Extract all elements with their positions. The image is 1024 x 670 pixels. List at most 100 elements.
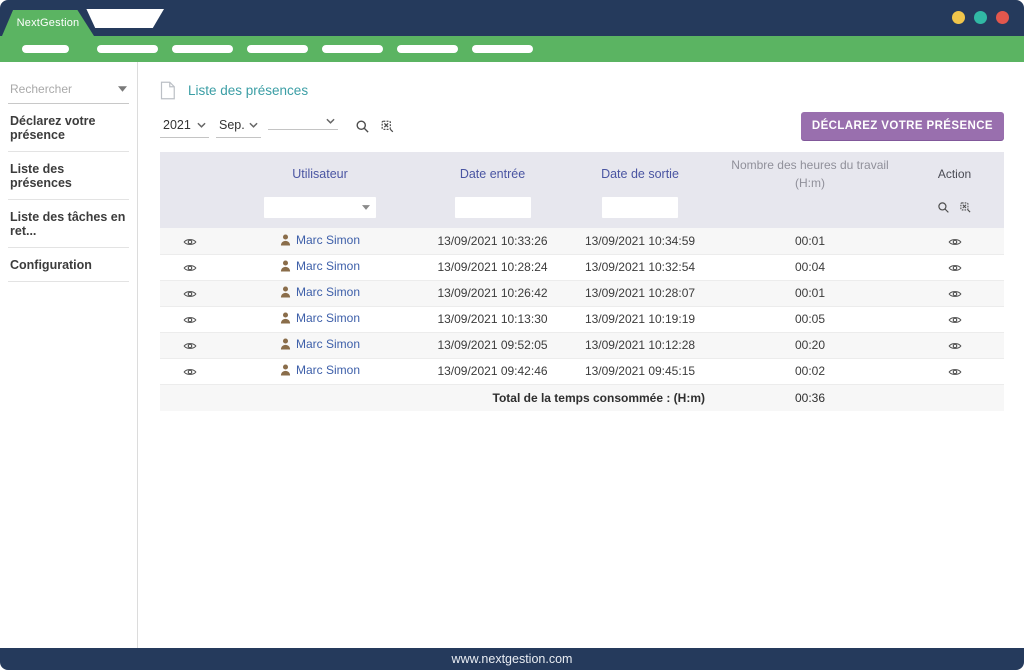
red-dot[interactable] — [996, 11, 1009, 24]
eye-icon[interactable] — [183, 315, 197, 325]
person-icon — [280, 286, 291, 298]
nav-pill[interactable] — [247, 45, 308, 53]
year-select[interactable]: 2021 — [160, 116, 209, 138]
search-icon[interactable] — [355, 119, 370, 134]
nav-pill[interactable] — [97, 45, 158, 53]
user-name: Marc Simon — [296, 311, 360, 325]
user-name: Marc Simon — [296, 363, 360, 377]
sidebar-search-placeholder: Rechercher — [10, 82, 72, 96]
filter-date-in-cell — [420, 196, 565, 228]
eye-icon[interactable] — [183, 341, 197, 351]
green-dot[interactable] — [974, 11, 987, 24]
user-name: Marc Simon — [296, 259, 360, 273]
month-select-value: Sep. — [219, 118, 245, 132]
user-link[interactable]: Marc Simon — [280, 311, 360, 325]
user-link[interactable]: Marc Simon — [280, 259, 360, 273]
eye-action-icon[interactable] — [948, 315, 962, 325]
caret-down-icon — [362, 205, 370, 210]
row-user-cell: Marc Simon — [220, 254, 420, 280]
row-user-cell: Marc Simon — [220, 358, 420, 384]
declare-presence-button[interactable]: DÉCLAREZ VOTRE PRÉSENCE — [801, 112, 1004, 140]
brand-tab[interactable]: NextGestion — [2, 10, 94, 36]
row-user-cell: Marc Simon — [220, 280, 420, 306]
document-icon — [160, 81, 175, 100]
chevron-down-icon — [197, 122, 206, 128]
table-search-icon[interactable] — [937, 201, 950, 214]
col-date-sortie[interactable]: Date de sortie — [565, 152, 715, 196]
row-user-cell: Marc Simon — [220, 228, 420, 254]
user-name: Marc Simon — [296, 285, 360, 299]
hours-value: 00:05 — [715, 306, 905, 332]
eye-icon[interactable] — [183, 367, 197, 377]
nav-pill[interactable] — [322, 45, 383, 53]
filter-empty-cell — [160, 196, 220, 228]
eye-action-icon[interactable] — [948, 289, 962, 299]
total-label: Total de la temps consommée : (H:m) — [160, 384, 715, 411]
row-action-cell — [905, 358, 1004, 384]
eye-icon[interactable] — [183, 237, 197, 247]
user-name: Marc Simon — [296, 233, 360, 247]
col-heures-line2: (H:m) — [717, 174, 903, 192]
user-filter-select[interactable] — [264, 197, 376, 218]
row-action-cell — [905, 228, 1004, 254]
page-title: Liste des présences — [188, 83, 308, 98]
table-body: Marc Simon 13/09/2021 10:33:26 13/09/202… — [160, 228, 1004, 384]
person-icon — [280, 338, 291, 350]
eye-action-icon[interactable] — [948, 341, 962, 351]
person-icon — [280, 260, 291, 272]
eye-icon[interactable] — [183, 289, 197, 299]
chevron-down-icon — [326, 118, 335, 124]
date-in-filter-input[interactable] — [455, 197, 531, 218]
table-row: Marc Simon 13/09/2021 09:52:05 13/09/202… — [160, 332, 1004, 358]
user-name: Marc Simon — [296, 337, 360, 351]
date-out-value: 13/09/2021 10:19:19 — [565, 306, 715, 332]
date-out-value: 13/09/2021 10:12:28 — [565, 332, 715, 358]
main-nav-bar — [0, 36, 1024, 62]
eye-action-icon[interactable] — [948, 237, 962, 247]
filter-user-cell — [220, 196, 420, 228]
caret-down-icon — [118, 86, 127, 92]
table-clear-search-icon[interactable] — [959, 201, 972, 214]
nav-pill[interactable] — [472, 45, 533, 53]
row-view-cell — [160, 358, 220, 384]
filter-date-out-cell — [565, 196, 715, 228]
col-date-entree[interactable]: Date entrée — [420, 152, 565, 196]
date-out-value: 13/09/2021 10:32:54 — [565, 254, 715, 280]
user-link[interactable]: Marc Simon — [280, 233, 360, 247]
extra-filter-select[interactable] — [268, 116, 338, 130]
sidebar-search-select[interactable]: Rechercher — [8, 82, 129, 104]
table-row: Marc Simon 13/09/2021 10:33:26 13/09/202… — [160, 228, 1004, 254]
user-link[interactable]: Marc Simon — [280, 363, 360, 377]
row-view-cell — [160, 254, 220, 280]
table-filter-row — [160, 196, 1004, 228]
eye-icon[interactable] — [183, 263, 197, 273]
clear-search-icon[interactable] — [380, 119, 395, 134]
eye-action-icon[interactable] — [948, 263, 962, 273]
nav-pill[interactable] — [397, 45, 458, 53]
col-heures-line1: Nombre des heures du travail — [717, 156, 903, 174]
nav-pill[interactable] — [172, 45, 233, 53]
date-in-value: 13/09/2021 10:26:42 — [420, 280, 565, 306]
filter-hours-cell — [715, 196, 905, 228]
user-link[interactable]: Marc Simon — [280, 337, 360, 351]
footer-url[interactable]: www.nextgestion.com — [452, 652, 573, 666]
yellow-dot[interactable] — [952, 11, 965, 24]
sidebar-item-declarez-votre-presence[interactable]: Déclarez votre présence — [8, 104, 129, 152]
date-in-value: 13/09/2021 09:52:05 — [420, 332, 565, 358]
hours-value: 00:04 — [715, 254, 905, 280]
nav-pill[interactable] — [22, 45, 69, 53]
date-out-filter-input[interactable] — [602, 197, 678, 218]
person-icon — [280, 312, 291, 324]
col-utilisateur[interactable]: Utilisateur — [220, 152, 420, 196]
window-dots — [952, 11, 1009, 24]
hours-value: 00:01 — [715, 228, 905, 254]
eye-action-icon[interactable] — [948, 367, 962, 377]
hours-value: 00:02 — [715, 358, 905, 384]
month-select[interactable]: Sep. — [216, 116, 261, 138]
sidebar-item-liste-des-presences[interactable]: Liste des présences — [8, 152, 129, 200]
user-link[interactable]: Marc Simon — [280, 285, 360, 299]
sidebar-item-liste-des-taches[interactable]: Liste des tâches en ret... — [8, 200, 129, 248]
sidebar-item-configuration[interactable]: Configuration — [8, 248, 129, 282]
table-row: Marc Simon 13/09/2021 10:26:42 13/09/202… — [160, 280, 1004, 306]
row-view-cell — [160, 306, 220, 332]
